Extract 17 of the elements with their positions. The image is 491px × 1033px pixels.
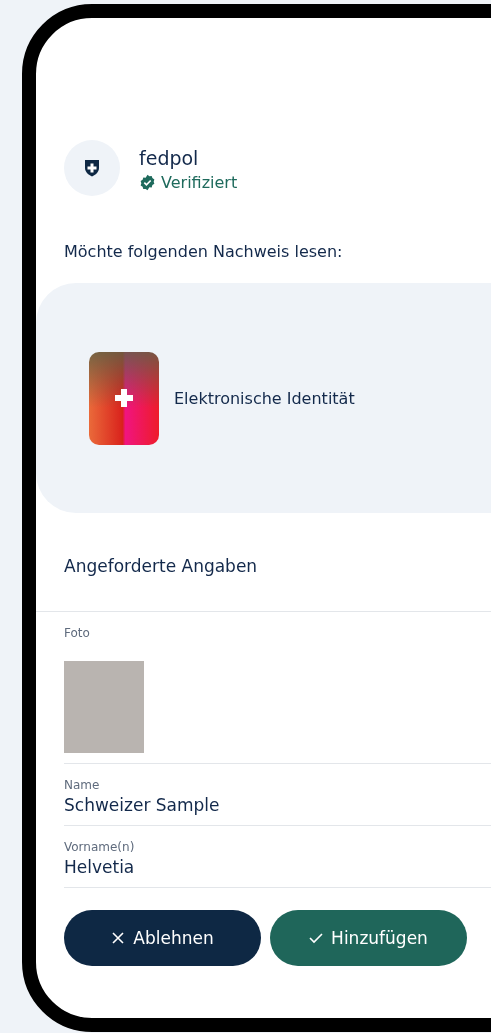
field-value: Helvetia (64, 857, 136, 877)
credential-title: Elektronische Identität (174, 388, 355, 408)
request-text: Möchte folgenden Nachweis lesen: (64, 242, 344, 261)
field-label: Vorname(n) (64, 840, 136, 854)
swiss-cross-card-icon (89, 351, 159, 445)
section-title: Angeforderte Angaben (64, 556, 259, 576)
close-icon (111, 931, 126, 945)
issuer-name: fedpol (139, 145, 200, 171)
field-value: Schweizer Sample (64, 795, 221, 815)
field-label: Name (64, 778, 101, 792)
verification-status: Verifiziert (161, 172, 238, 192)
shield-icon (84, 159, 100, 177)
check-icon (309, 932, 324, 944)
credential-card[interactable]: Elektronische Identität (36, 283, 491, 513)
accept-button[interactable]: Hinzufügen (270, 910, 467, 966)
field-label: Foto (64, 626, 91, 640)
reject-button[interactable]: Ablehnen (64, 910, 261, 966)
